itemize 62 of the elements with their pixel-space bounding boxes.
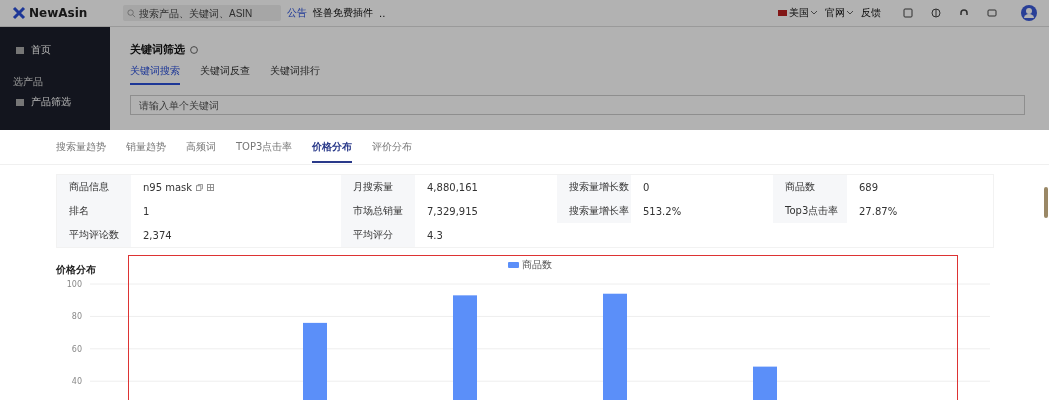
copy-icon[interactable]	[196, 183, 204, 191]
caret-icon	[811, 11, 817, 15]
flag-icon	[778, 10, 787, 16]
info-value: 1	[143, 205, 150, 217]
info-label: 排名	[57, 199, 131, 223]
chart-tab[interactable]: 价格分布	[312, 131, 353, 163]
search-input[interactable]: 搜索产品、关键词、ASIN	[139, 7, 275, 19]
info-value: 27.87%	[859, 205, 898, 217]
more-text: ..	[379, 7, 386, 19]
chart-tab[interactable]: 搜索量趋势	[56, 131, 106, 163]
logo-icon	[12, 6, 26, 20]
nav-link[interactable]: 反馈	[861, 6, 881, 20]
search-field[interactable]: 搜索产品、关键词、ASIN	[123, 5, 281, 21]
chart-tab[interactable]: 销量趋势	[126, 131, 166, 163]
info-label: 平均评论数	[57, 223, 131, 247]
axis-tick: 60	[71, 344, 82, 354]
page-title: 关键词筛选	[130, 42, 185, 57]
nav-link[interactable]: 官网	[825, 6, 853, 20]
logo-text: NewAsin	[29, 6, 88, 20]
sidebar-item[interactable]: 产品筛选	[0, 95, 110, 109]
box-icon	[15, 45, 25, 55]
info-value: 2,374	[143, 229, 172, 241]
info-value: 513.2%	[643, 205, 682, 217]
header-link[interactable]: 公告	[287, 6, 307, 20]
info-value: 0	[643, 181, 650, 193]
info-value: 689	[859, 181, 879, 193]
info-label: 市场总销量	[341, 199, 415, 223]
sidebar-section: 选产品	[0, 75, 56, 89]
grid-icon[interactable]	[207, 183, 215, 191]
bar	[753, 366, 777, 400]
avatar-icon[interactable]	[1021, 5, 1037, 21]
header-link[interactable]: 怪兽免费插件	[313, 6, 373, 20]
search-icon	[127, 8, 136, 18]
info-value: n95 mask	[143, 181, 193, 193]
info-label: 商品数	[773, 175, 847, 199]
chart-tab[interactable]: 高频词	[186, 131, 216, 163]
info-value: 4.3	[427, 229, 443, 241]
axis-tick: 40	[71, 377, 82, 387]
page-tab[interactable]: 关键词搜索	[130, 64, 180, 85]
nav-link[interactable]: 美国	[789, 6, 817, 20]
info-label: 搜索量增长数	[557, 175, 631, 199]
info-value: 7,329,915	[427, 205, 478, 217]
axis-tick: 100	[66, 280, 82, 289]
info-label: 平均评分	[341, 223, 415, 247]
chart-tab[interactable]: 评价分布	[372, 131, 413, 163]
page-tab[interactable]: 关键词反查	[200, 64, 250, 85]
info-label: 商品信息	[57, 175, 131, 199]
legend-label: 商品数	[522, 258, 552, 272]
keyword-input[interactable]: 请输入单个关键词	[130, 95, 1025, 115]
info-value: 4,880,161	[427, 181, 478, 193]
info-label: 搜索量增长率	[557, 199, 631, 223]
scrollbar-thumb[interactable]	[1044, 187, 1048, 218]
box-icon	[15, 97, 25, 107]
caret-icon	[847, 11, 853, 15]
info-label: Top3点击率	[773, 199, 847, 223]
page-tab[interactable]: 关键词排行	[270, 64, 320, 85]
info-label: 月搜索量	[341, 175, 415, 199]
legend-swatch	[508, 262, 519, 268]
axis-tick: 80	[71, 312, 82, 322]
sidebar-item[interactable]: 首页	[0, 43, 110, 57]
chart-title: 价格分布	[56, 263, 96, 277]
chart-tab[interactable]: TOP3点击率	[236, 131, 293, 163]
